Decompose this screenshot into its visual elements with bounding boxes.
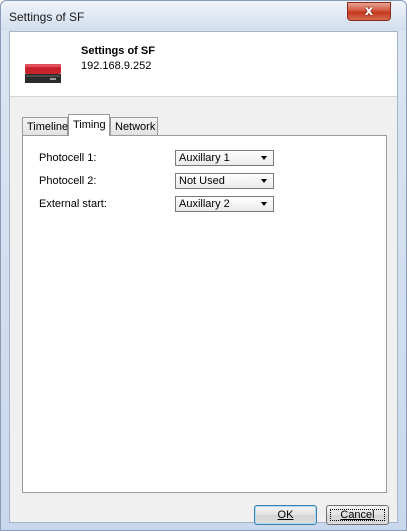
timing-tab-panel: Photocell 1: Auxillary 1 Photocell 2: No…	[22, 135, 387, 493]
photocell-2-value: Not Used	[179, 175, 225, 187]
photocell-1-value: Auxillary 1	[179, 152, 230, 164]
external-start-select[interactable]: Auxillary 2	[175, 196, 274, 212]
device-ip-address: 192.168.9.252	[81, 60, 152, 72]
external-start-label: External start:	[39, 198, 107, 210]
chevron-down-icon	[261, 202, 267, 206]
tab-label: Network	[115, 121, 156, 133]
device-title: Settings of SF	[81, 45, 155, 57]
ok-button[interactable]: OK	[254, 505, 317, 525]
chevron-down-icon	[261, 156, 267, 160]
cancel-button-label: Cancel	[340, 509, 375, 521]
photocell-2-select[interactable]: Not Used	[175, 173, 274, 189]
tab-timing[interactable]: Timing	[68, 114, 110, 136]
close-icon: x	[364, 4, 374, 19]
photocell-1-label: Photocell 1:	[39, 152, 97, 164]
ok-button-label: OK	[277, 509, 294, 521]
tab-label: Timing	[73, 119, 106, 131]
window-title: Settings of SF	[9, 10, 85, 24]
tab-label: Timeline	[27, 121, 69, 133]
device-icon	[25, 64, 61, 83]
tab-network[interactable]: Network	[110, 117, 158, 135]
dialog-client-area: Settings of SF 192.168.9.252 Timeline Ti…	[9, 31, 398, 525]
dialog-header: Settings of SF 192.168.9.252	[10, 32, 397, 97]
photocell-2-label: Photocell 2:	[39, 175, 97, 187]
tab-timeline[interactable]: Timeline	[22, 117, 68, 135]
close-button[interactable]: x	[347, 2, 391, 21]
title-bar[interactable]: Settings of SF x	[1, 1, 406, 31]
cancel-button[interactable]: Cancel	[326, 505, 389, 525]
external-start-value: Auxillary 2	[179, 198, 230, 210]
settings-dialog: Settings of SF x Settings of SF 192.168.…	[0, 0, 407, 531]
chevron-down-icon	[261, 179, 267, 183]
photocell-1-select[interactable]: Auxillary 1	[175, 150, 274, 166]
